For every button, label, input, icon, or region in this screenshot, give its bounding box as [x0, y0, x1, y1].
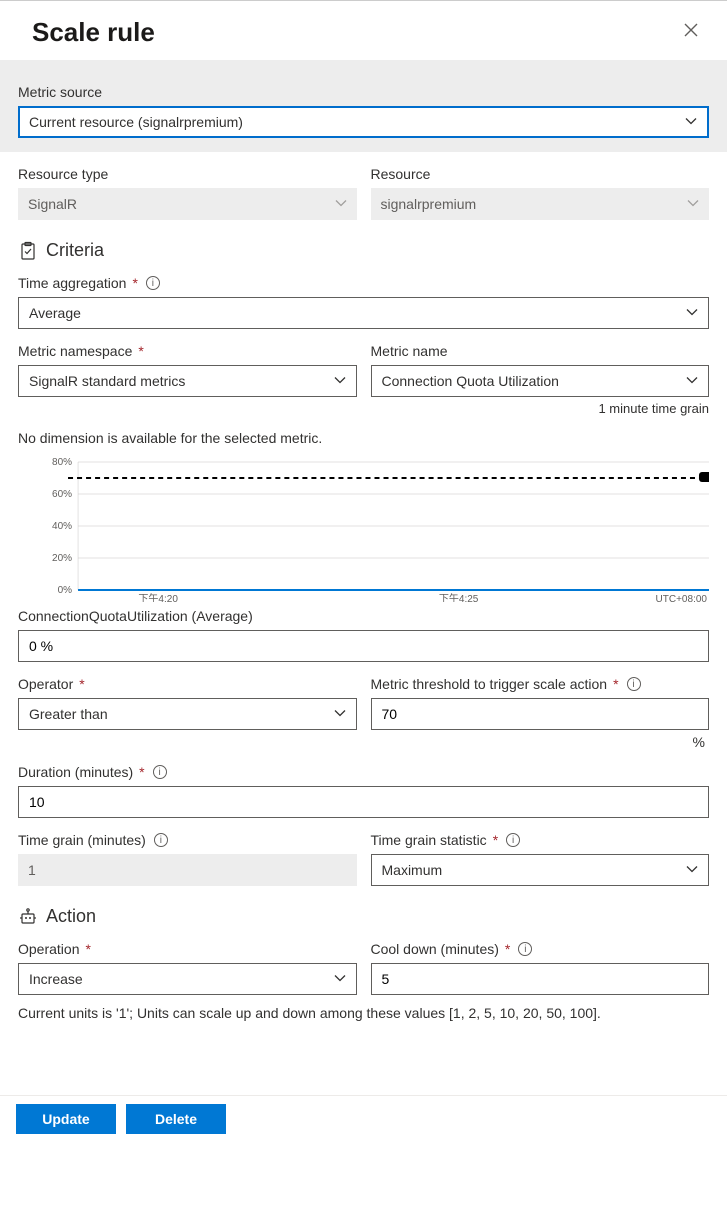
threshold-input[interactable]: [371, 698, 710, 730]
metric-namespace-select[interactable]: SignalR standard metrics: [18, 365, 357, 397]
metric-source-value: Current resource (signalrpremium): [29, 114, 243, 130]
resource-type-select: SignalR: [18, 188, 357, 220]
cooldown-field[interactable]: [382, 971, 699, 987]
duration-field[interactable]: [29, 794, 698, 810]
resource-select: signalrpremium: [371, 188, 710, 220]
cooldown-input[interactable]: [371, 963, 710, 995]
chevron-down-icon: [687, 196, 699, 212]
clipboard-check-icon: [18, 241, 38, 261]
duration-label: Duration (minutes)* i: [18, 764, 709, 780]
svg-text:UTC+08:00: UTC+08:00: [656, 594, 708, 602]
time-grain-statistic-label: Time grain statistic* i: [371, 832, 710, 848]
criteria-heading: Criteria: [18, 240, 709, 261]
time-aggregation-label: Time aggregation* i: [18, 275, 709, 291]
close-icon: [683, 22, 699, 38]
chevron-down-icon: [686, 373, 698, 389]
time-grain-statistic-select[interactable]: Maximum: [371, 854, 710, 886]
update-button[interactable]: Update: [16, 1104, 116, 1134]
close-button[interactable]: [675, 18, 707, 47]
info-icon[interactable]: i: [506, 833, 520, 847]
time-aggregation-select[interactable]: Average: [18, 297, 709, 329]
chevron-down-icon: [686, 862, 698, 878]
resource-value: signalrpremium: [381, 196, 477, 212]
delete-button[interactable]: Delete: [126, 1104, 226, 1134]
operator-select[interactable]: Greater than: [18, 698, 357, 730]
info-icon[interactable]: i: [153, 765, 167, 779]
svg-text:下午4:25: 下午4:25: [439, 592, 479, 602]
metric-source-select[interactable]: Current resource (signalrpremium): [18, 106, 709, 138]
units-note: Current units is '1'; Units can scale up…: [18, 1005, 709, 1021]
dimension-note: No dimension is available for the select…: [18, 430, 709, 446]
robot-icon: [18, 907, 38, 927]
duration-input[interactable]: [18, 786, 709, 818]
threshold-field[interactable]: [382, 706, 699, 722]
time-grain-input: 1: [18, 854, 357, 886]
cooldown-label: Cool down (minutes)* i: [371, 941, 710, 957]
resource-type-value: SignalR: [28, 196, 77, 212]
svg-text:下午4:20: 下午4:20: [138, 592, 178, 602]
criteria-heading-text: Criteria: [46, 240, 104, 261]
metric-source-label: Metric source: [18, 84, 709, 100]
chevron-down-icon: [334, 373, 346, 389]
time-grain-value: 1: [28, 862, 36, 878]
operation-label: Operation*: [18, 941, 357, 957]
metric-name-label: Metric name: [371, 343, 710, 359]
action-heading: Action: [18, 906, 709, 927]
metric-name-value: Connection Quota Utilization: [382, 373, 559, 389]
time-aggregation-value: Average: [29, 305, 81, 321]
operation-select[interactable]: Increase: [18, 963, 357, 995]
chevron-down-icon: [335, 196, 347, 212]
operator-value: Greater than: [29, 706, 108, 722]
resource-type-label: Resource type: [18, 166, 357, 182]
svg-text:20%: 20%: [52, 553, 72, 564]
time-grain-hint: 1 minute time grain: [371, 401, 710, 416]
info-icon[interactable]: i: [627, 677, 641, 691]
page-title: Scale rule: [32, 17, 155, 48]
threshold-unit: %: [371, 734, 710, 750]
chevron-down-icon: [334, 706, 346, 722]
chart-legend: ConnectionQuotaUtilization (Average): [18, 608, 709, 624]
operation-value: Increase: [29, 971, 83, 987]
svg-text:40%: 40%: [52, 521, 72, 532]
svg-text:0%: 0%: [58, 585, 73, 596]
svg-text:80%: 80%: [52, 457, 72, 468]
metric-namespace-value: SignalR standard metrics: [29, 373, 185, 389]
info-icon[interactable]: i: [146, 276, 160, 290]
chevron-down-icon: [334, 971, 346, 987]
metric-name-select[interactable]: Connection Quota Utilization: [371, 365, 710, 397]
current-value-field[interactable]: [29, 638, 698, 654]
threshold-label: Metric threshold to trigger scale action…: [371, 676, 710, 692]
chevron-down-icon: [685, 114, 697, 130]
svg-text:60%: 60%: [52, 489, 72, 500]
resource-label: Resource: [371, 166, 710, 182]
info-icon[interactable]: i: [518, 942, 532, 956]
action-heading-text: Action: [46, 906, 96, 927]
time-grain-label: Time grain (minutes) i: [18, 832, 357, 848]
time-grain-statistic-value: Maximum: [382, 862, 443, 878]
chevron-down-icon: [686, 305, 698, 321]
metric-namespace-label: Metric namespace*: [18, 343, 357, 359]
info-icon[interactable]: i: [154, 833, 168, 847]
operator-label: Operator*: [18, 676, 357, 692]
current-value-input[interactable]: [18, 630, 709, 662]
metric-chart: 80% 60% 40% 20% 0% 下午4:20 下午4:25 UTC+08:…: [18, 452, 709, 602]
